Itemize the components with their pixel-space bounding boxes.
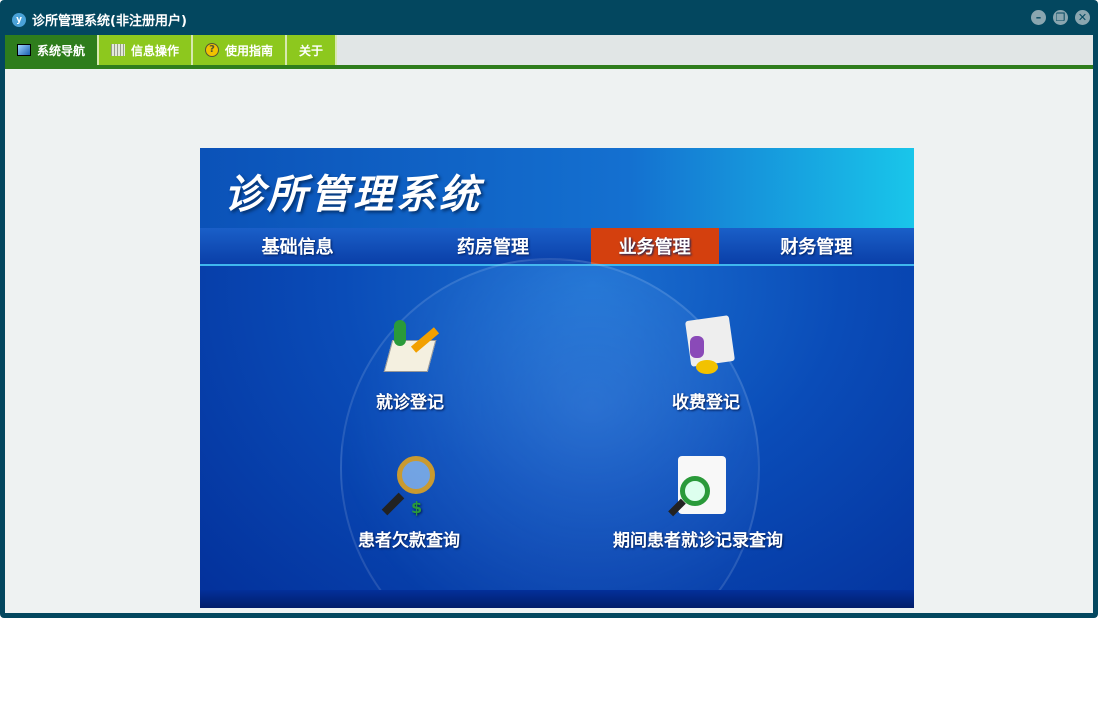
- help-icon: ?: [205, 43, 220, 57]
- item-period-record-query[interactable]: 期间患者就诊记录查询: [613, 456, 783, 551]
- item-label: 患者欠款查询: [358, 531, 460, 551]
- tab-info-ops[interactable]: 信息操作: [99, 35, 194, 65]
- item-label: 期间患者就诊记录查询: [613, 531, 783, 551]
- nav-business[interactable]: 业务管理: [590, 228, 719, 264]
- banner-footer: [200, 590, 914, 608]
- banner-header: 诊所管理系统: [200, 148, 914, 228]
- register-icon: [380, 318, 440, 380]
- item-visit-register[interactable]: 就诊登记: [376, 318, 444, 413]
- minimize-button[interactable]: –: [1031, 10, 1046, 25]
- restore-button[interactable]: ❐: [1053, 10, 1068, 25]
- title-bar: y 诊所管理系统(非注册用户): [12, 10, 187, 29]
- tab-system-nav[interactable]: 系统导航: [5, 35, 100, 65]
- item-label: 收费登记: [672, 393, 740, 413]
- nav-basic-info[interactable]: 基础信息: [200, 228, 395, 264]
- tab-label: 关于: [299, 43, 324, 58]
- globe-decoration: [340, 258, 760, 608]
- menu-bar: 系统导航 信息操作 ? 使用指南 关于: [5, 35, 1093, 69]
- record-search-icon: [668, 456, 728, 518]
- main-banner: 诊所管理系统 基础信息 药房管理 业务管理 财务管理 就诊登记 收费登记 $ 患…: [200, 148, 914, 608]
- item-debt-query[interactable]: $ 患者欠款查询: [358, 456, 460, 551]
- item-label: 就诊登记: [376, 393, 444, 413]
- nav-finance[interactable]: 财务管理: [719, 228, 914, 264]
- window-title: 诊所管理系统(非注册用户): [32, 14, 187, 29]
- monitor-icon: [17, 44, 31, 56]
- tab-label: 信息操作: [131, 43, 180, 58]
- item-payment-register[interactable]: 收费登记: [672, 315, 740, 413]
- tab-guide[interactable]: ? 使用指南: [193, 35, 288, 65]
- tab-about[interactable]: 关于: [287, 35, 338, 65]
- banner-title: 诊所管理系统: [224, 172, 482, 218]
- payment-icon: [676, 315, 736, 380]
- app-logo-icon: y: [12, 12, 26, 27]
- close-button[interactable]: ✕: [1075, 10, 1090, 25]
- tab-label: 使用指南: [225, 43, 274, 58]
- tab-label: 系统导航: [37, 43, 86, 58]
- grid-icon: [111, 44, 126, 56]
- debt-search-icon: $: [379, 456, 439, 518]
